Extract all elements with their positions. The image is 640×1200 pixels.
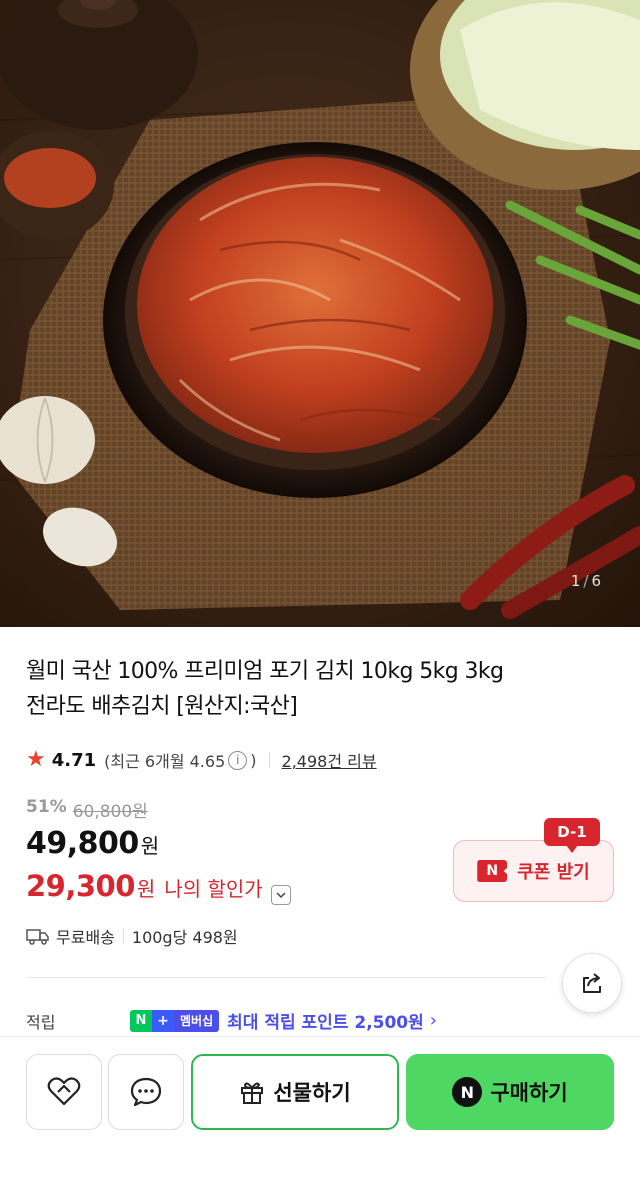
recent-rating-suffix: ) xyxy=(250,750,257,770)
buy-label: 구매하기 xyxy=(490,1081,568,1105)
section-divider xyxy=(26,977,546,978)
chevron-right-icon: › xyxy=(429,1010,437,1031)
original-price: 60,800원 xyxy=(72,802,148,822)
image-counter-total: 6 xyxy=(591,572,602,590)
discount-rate: 51% xyxy=(26,797,67,817)
my-price-label: 나의 할인가 xyxy=(164,877,263,901)
coupon-n-icon: N xyxy=(477,860,508,882)
product-image-carousel[interactable]: 1/6 xyxy=(0,0,640,627)
shipping-text: 무료배송 xyxy=(56,928,115,947)
chevron-down-icon[interactable] xyxy=(270,885,291,905)
shipping-row: 무료배송 100g당 498원 xyxy=(26,924,238,948)
rating-score: 4.71 xyxy=(51,749,97,771)
sale-price-currency: 원 xyxy=(140,834,160,858)
naver-n-icon: N xyxy=(130,1009,152,1032)
naver-membership-badge: N + 멤버십 xyxy=(130,1009,220,1032)
gift-button[interactable]: 선물하기 xyxy=(191,1054,399,1130)
buy-button[interactable]: N 구매하기 xyxy=(406,1054,614,1130)
coupon-label: 쿠폰 받기 xyxy=(517,862,590,883)
image-counter-separator: / xyxy=(583,572,590,590)
rating-row: ★ 4.71 (최근 6개월 4.65 i ) 2,498건 리뷰 xyxy=(26,746,377,774)
chat-button[interactable] xyxy=(108,1054,184,1130)
wishlist-button[interactable] xyxy=(26,1054,102,1130)
chat-icon xyxy=(130,1077,162,1107)
sale-price: 49,800 xyxy=(26,826,139,861)
share-icon xyxy=(583,973,601,993)
point-row[interactable]: 적립 N + 멤버십 최대 적립 포인트 2,500원 › xyxy=(26,1008,586,1033)
bottom-action-bar: 선물하기 N 구매하기 xyxy=(0,1036,640,1200)
discount-row: 51% 60,800원 xyxy=(26,797,148,822)
dday-badge: D-1 xyxy=(544,818,600,853)
sale-price-row: 49,800 원 xyxy=(26,826,159,861)
max-point-text: 최대 적립 포인트 2,500원 xyxy=(227,1013,424,1033)
point-label: 적립 xyxy=(26,1012,56,1032)
divider xyxy=(268,752,270,768)
image-counter-current: 1 xyxy=(570,572,582,590)
recent-rating-prefix: (최근 6개월 4.65 xyxy=(104,752,226,771)
naver-pay-icon: N xyxy=(452,1077,483,1107)
share-button[interactable] xyxy=(562,953,622,1013)
wishlist-icon xyxy=(47,1077,81,1106)
star-icon: ★ xyxy=(26,747,46,772)
my-price-currency: 원 xyxy=(136,877,156,901)
membership-text: 멤버십 xyxy=(174,1009,220,1032)
recent-rating: (최근 6개월 4.65 i ) xyxy=(104,748,257,772)
unit-price: 100g당 498원 xyxy=(131,928,238,947)
my-discount-price: 29,300 xyxy=(26,869,135,903)
product-photo xyxy=(0,0,640,619)
review-count-link[interactable]: 2,498건 리뷰 xyxy=(282,748,377,772)
divider xyxy=(122,929,124,943)
gift-icon xyxy=(241,1082,264,1104)
gift-label: 선물하기 xyxy=(273,1081,351,1105)
product-title-line1: 월미 국산 100% 프리미엄 포기 김치 10kg 5kg 3kg xyxy=(26,659,504,684)
my-discount-price-row[interactable]: 29,300 원 나의 할인가 xyxy=(26,869,291,905)
info-icon[interactable]: i xyxy=(228,750,248,770)
coupon-button[interactable]: N 쿠폰 받기 xyxy=(453,840,614,902)
image-counter: 1/6 xyxy=(571,572,602,590)
product-title-line2: 전라도 배추김치 [원산지:국산] xyxy=(26,694,298,719)
truck-icon xyxy=(26,929,49,945)
plus-icon: + xyxy=(152,1009,174,1032)
product-title: 월미 국산 100% 프리미엄 포기 김치 10kg 5kg 3kg 전라도 배… xyxy=(26,654,606,724)
